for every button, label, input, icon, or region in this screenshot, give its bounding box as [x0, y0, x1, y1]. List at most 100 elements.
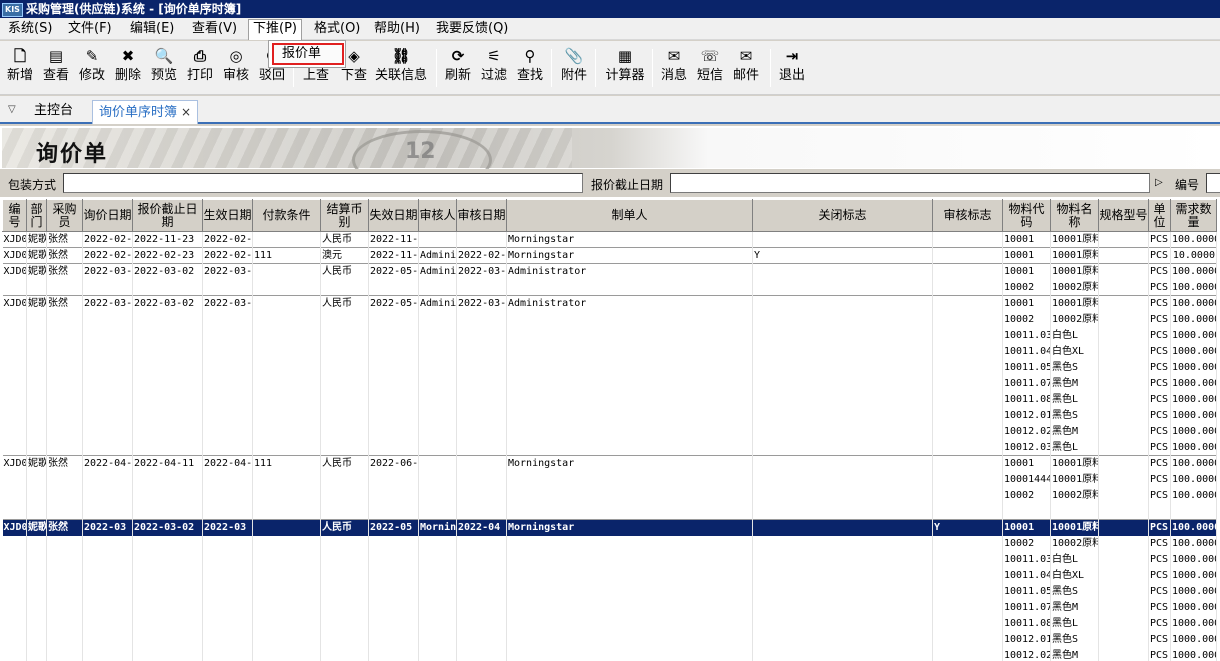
table-row[interactable]: 10012.02黑色M PCS1000.0000	[2, 423, 1217, 440]
table-row[interactable]: 10011.05黑色S PCS1000.0000	[2, 359, 1217, 376]
toolbar-related-info-button[interactable]: ⛓ 关联信息	[372, 45, 430, 91]
tab-inquiry-list[interactable]: 询价单序时簿 ×	[92, 100, 199, 124]
table-cell	[82, 567, 133, 584]
toolbar-message-button[interactable]: ✉ 消息	[658, 45, 690, 91]
table-row[interactable]: 10011.08黑色L PCS1000.0000	[2, 615, 1217, 632]
column-header[interactable]: 审核标志	[932, 199, 1003, 232]
table-cell	[506, 551, 753, 568]
toolbar-view-button[interactable]: ▤ 查看	[40, 45, 72, 91]
menu-edit[interactable]: 编辑(E)	[126, 20, 178, 38]
toolbar-filter-button[interactable]: ⚟ 过滤	[478, 45, 510, 91]
table-row[interactable]: 10012.03黑色L PCS1000.0000	[2, 439, 1217, 456]
chevron-down-icon[interactable]: ▽	[8, 104, 16, 115]
column-header[interactable]: 审核日期	[456, 199, 507, 232]
column-header[interactable]: 单位	[1148, 199, 1171, 232]
table-row[interactable]: XJD0 妮歌 张然 2022-04- 2022-04-11 2022-04- 111 人民币…	[2, 455, 1217, 472]
table-cell	[752, 231, 933, 248]
menu-push-down[interactable]: 下推(P)	[248, 19, 302, 40]
table-cell	[932, 487, 1003, 504]
toolbar-label: 预览	[150, 68, 177, 83]
toolbar-find-button[interactable]: ⚲ 查找	[514, 45, 546, 91]
toolbar-preview-button[interactable]: 🔍 预览	[148, 45, 180, 91]
column-header[interactable]: 采购员	[46, 199, 83, 232]
table-cell	[456, 647, 507, 661]
column-header[interactable]: 失效日期	[368, 199, 419, 232]
menu-system[interactable]: 系统(S)	[4, 20, 56, 38]
table-row[interactable]: 10011.08黑色L PCS1000.0000	[2, 391, 1217, 408]
number-input[interactable]	[1206, 173, 1220, 193]
table-row[interactable]: XJD0 妮歌 张然 2022-02- 2022-02-23 2022-02- 111 澳元 2…	[2, 247, 1217, 264]
table-row[interactable]	[2, 503, 1217, 520]
column-header[interactable]: 生效日期	[202, 199, 253, 232]
menu-item-quotation[interactable]: 报价单	[272, 43, 344, 65]
column-header[interactable]: 关闭标志	[752, 199, 933, 232]
table-cell: 100014441	[1002, 471, 1051, 488]
table-row[interactable]: XJD0 妮歌 张然 2022-02- 2022-11-23 2022-02- 人民币 202…	[2, 231, 1217, 248]
table-row[interactable]: 10002 10002原料 PCS 100.0000	[2, 279, 1217, 296]
table-row[interactable]: 10011.03白色L PCS1000.0000	[2, 551, 1217, 568]
table-cell: 2022-04-11	[132, 455, 203, 472]
table-row[interactable]: 10011.04白色XL PCS1000.0000	[2, 567, 1217, 584]
table-cell	[252, 375, 321, 392]
table-row[interactable]: 10012.01黑色S PCS1000.0000	[2, 407, 1217, 424]
table-row[interactable]: 10011.07黑色M PCS1000.0000	[2, 375, 1217, 392]
table-row[interactable]: 10002 10002原料 PCS 100.0000	[2, 535, 1217, 552]
deadline-input[interactable]	[670, 173, 1150, 193]
table-row[interactable]: 10001444110001原料 PCS100.0000	[2, 471, 1217, 488]
column-header[interactable]: 报价截止日期	[132, 199, 203, 232]
toolbar-audit-button[interactable]: ◎ 审核	[220, 45, 252, 91]
table-row[interactable]: XJD0 妮歌 张然 2022-03- 2022-03-02 2022-03- 人民币 202…	[2, 263, 1217, 280]
column-header[interactable]: 结算币别	[320, 199, 369, 232]
table-cell	[82, 599, 133, 616]
toolbar-print-button[interactable]: ⎙ 打印	[184, 45, 216, 91]
table-row[interactable]: 10011.07黑色M PCS1000.0000	[2, 599, 1217, 616]
inquiry-table: 编号 部门 采购员 询价日期 报价截止日期 生效日期 付款条件 结算币别 失效日期 审核人 审核日期…	[2, 199, 1217, 661]
table-cell	[252, 503, 321, 520]
toolbar-attachment-button[interactable]: 📎 附件	[558, 45, 590, 91]
toolbar-refresh-button[interactable]: ⟳ 刷新	[442, 45, 474, 91]
table-row[interactable]: XJD0 妮歌 张然 2022-03 2022-03-02 2022-03 人民币 2022-…	[2, 519, 1217, 536]
menu-view[interactable]: 查看(V)	[188, 20, 241, 38]
expand-arrow-icon[interactable]: ▷	[1155, 177, 1163, 188]
column-header[interactable]: 规格型号	[1098, 199, 1149, 232]
toolbar-edit-button[interactable]: ✎ 修改	[76, 45, 108, 91]
table-cell	[46, 343, 83, 360]
menu-file[interactable]: 文件(F)	[64, 20, 116, 38]
table-row[interactable]: 10011.05黑色S PCS1000.0000	[2, 583, 1217, 600]
column-header[interactable]: 需求数量	[1170, 199, 1217, 232]
toolbar-exit-button[interactable]: ⇥ 退出	[776, 45, 808, 91]
table-row[interactable]: 10011.04白色XL PCS1000.0000	[2, 343, 1217, 360]
table-cell	[456, 391, 507, 408]
table-row[interactable]: XJD0 妮歌 张然 2022-03- 2022-03-02 2022-03- 人民币 202…	[2, 295, 1217, 312]
close-icon[interactable]: ×	[181, 105, 191, 119]
table-row[interactable]: 10002 10002原料 PCS 100.0000	[2, 311, 1217, 328]
toolbar: 🗋新增▤查看✎修改✖删除🔍预览⎙打印◎审核↺驳回⇧上查◈下查⛓关联信息⟳刷新⚟过…	[0, 41, 1220, 95]
menu-help[interactable]: 帮助(H)	[370, 20, 424, 38]
column-header[interactable]: 编号	[2, 199, 27, 232]
table-cell	[320, 327, 369, 344]
table-row[interactable]: 10002 10002原料 PCS 100.0000	[2, 487, 1217, 504]
column-header[interactable]: 付款条件	[252, 199, 321, 232]
column-header[interactable]: 审核人	[418, 199, 457, 232]
column-header[interactable]: 部门	[26, 199, 47, 232]
table-row[interactable]: 10012.02黑色M PCS1000.0000	[2, 647, 1217, 661]
column-header[interactable]: 物料名称	[1050, 199, 1099, 232]
toolbar-mail-button[interactable]: ✉ 邮件	[730, 45, 762, 91]
menu-format[interactable]: 格式(O)	[310, 20, 364, 38]
packing-input[interactable]	[63, 173, 583, 193]
table-row[interactable]: 10012.01黑色S PCS1000.0000	[2, 631, 1217, 648]
column-header[interactable]: 物料代码	[1002, 199, 1051, 232]
column-header[interactable]: 询价日期	[82, 199, 133, 232]
column-header[interactable]: 制单人	[506, 199, 753, 232]
toolbar-new-button[interactable]: 🗋 新增	[4, 45, 36, 91]
table-cell	[932, 423, 1003, 440]
toolbar-calculator-button[interactable]: ▦ 计算器	[602, 45, 648, 91]
table-cell	[752, 439, 933, 456]
toolbar-sms-button[interactable]: ☏ 短信	[694, 45, 726, 91]
tab-home[interactable]: 主控台	[28, 100, 79, 124]
table-cell	[418, 615, 457, 632]
toolbar-delete-button[interactable]: ✖ 删除	[112, 45, 144, 91]
table-row[interactable]: 10011.03白色L PCS1000.0000	[2, 327, 1217, 344]
menu-feedback[interactable]: 我要反馈(Q)	[432, 20, 512, 38]
table-cell	[26, 311, 47, 328]
